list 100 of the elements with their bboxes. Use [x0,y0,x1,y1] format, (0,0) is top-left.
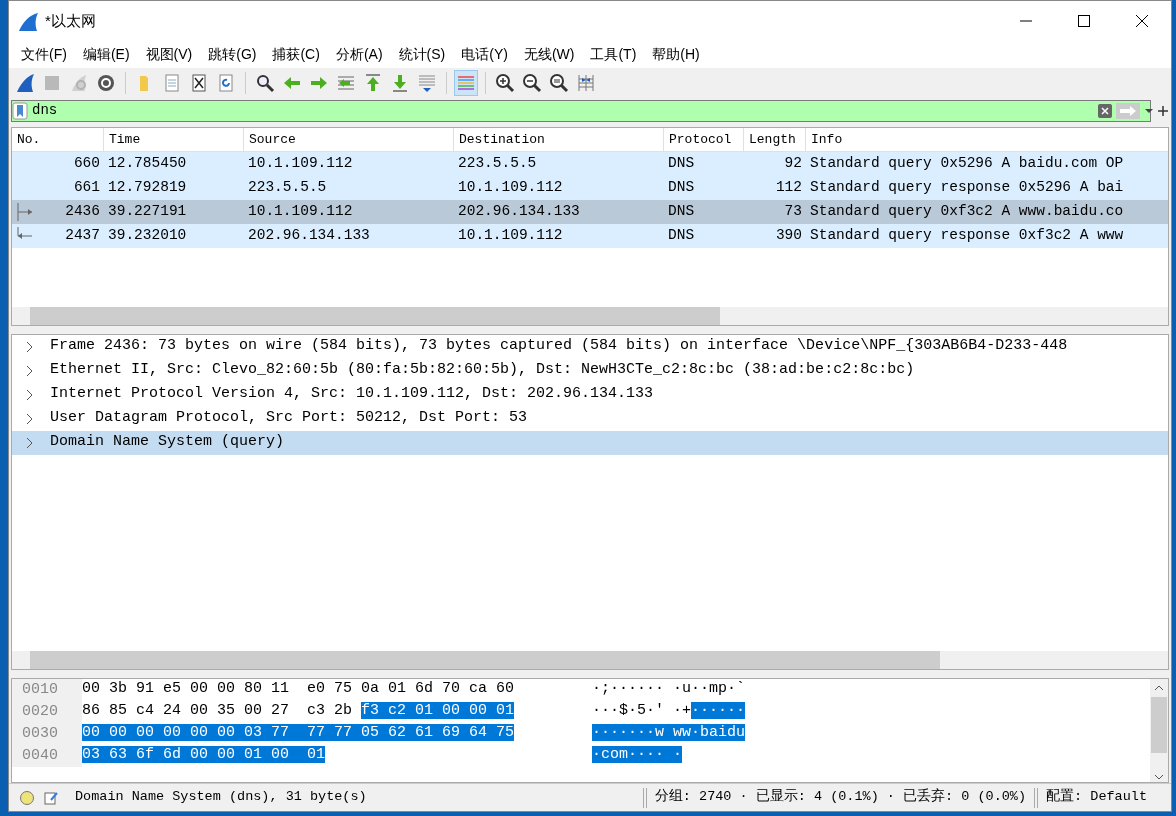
column-header[interactable]: Info [806,127,1168,151]
column-header[interactable]: Time [104,127,244,151]
offset-label: 0020 [12,700,82,723]
table-cell-text: 39.227191 [107,201,188,221]
ascii-text: ···$·5·' ·+ [592,702,692,720]
document-icon [162,72,182,93]
maximize-icon [1078,15,1090,27]
down-arrow-icon [390,72,410,93]
menu-item[interactable]: 分析(A) [327,43,391,65]
table-cell-text: 202.96.134.133 [457,201,581,221]
table-cell-text: 10.1.109.112 [247,201,354,221]
selected-hex-bytes: 00 00 00 00 00 00 03 77 77 77 05 62 61 69 64 75 [82,724,515,742]
table-cell-text: 92 [783,153,803,173]
settings-icon [96,72,116,93]
search-icon [255,72,275,93]
table-cell-text: 2436 [64,201,101,221]
packet-count-text: 分组: 2740 · 已显示: 4 (0.1%) · 已丢弃: 0 (0.0%) [654,787,1027,807]
table-cell-text: 112 [774,177,803,197]
table-cell-text: DNS [667,225,696,245]
close-file-icon [189,72,209,93]
clear-icon [1098,103,1112,118]
tree-item[interactable]: Frame 2436: 73 bytes on wire (584 bits), 73 bytes captured (584 bits) on interface \Device\NPF_{303AB6B4-D233-448 [12,334,1168,359]
table-cell-text: 223.5.5.5 [247,177,328,197]
selected-hex-bytes: 03 63 6f 6d 00 00 01 00 01 [82,746,326,764]
menu-item[interactable]: 跳转(G) [200,43,265,65]
selected-hex-bytes: f3 c2 01 00 00 01 [361,702,515,720]
zoom-reset-icon [549,72,569,93]
ascii-text: ·;······ ·u··mp·` [592,680,746,698]
plus-icon [1158,105,1168,116]
table-cell-text: 12.785450 [107,153,188,173]
table-cell-text: 10.1.109.112 [457,225,564,245]
table-cell-text: Standard query 0xf3c2 A www.baidu.co [809,201,1125,221]
menu-item[interactable]: 统计(S) [390,43,454,65]
resize-columns-icon [576,72,596,93]
menu-item[interactable]: 电话(Y) [453,43,516,65]
status-indicator-icon [19,789,35,806]
tree-item[interactable]: Ethernet II, Src: Clevo_82:60:5b (80:fa:5b:82:60:5b), Dst: NewH3CTe_c2:8c:bc (38:ad:be:c2:8c:bc) [12,358,1168,383]
scrollbar-thumb[interactable] [30,306,720,325]
packet-row[interactable]: 660 12.785450 10.1.109.112 223.5.5.5 DNS 92 Standard query 0x5296 A baidu.com OP [12,151,1168,176]
edit-comment-icon [43,789,59,806]
related-packet-icon [14,200,34,223]
packet-row[interactable]: 2436 39.227191 10.1.109.112 202.96.134.133 DNS 73 Standard query 0xf3c2 A www.baidu.co [12,199,1168,224]
filter-field[interactable]: dns [28,100,1098,121]
menu-item[interactable]: 编辑(E) [74,43,138,65]
bookmark-icon [12,101,28,120]
table-cell-text: 10.1.109.112 [457,177,564,197]
table-cell-text: 10.1.109.112 [247,153,354,173]
table-cell-text: 202.96.134.133 [247,225,371,245]
offset-label: 0030 [12,722,82,745]
tree-item[interactable]: Internet Protocol Version 4, Src: 10.1.109.112, Dst: 202.96.134.133 [12,382,1168,407]
profile-text: 配置: Default [1046,787,1147,807]
scrollbar-thumb[interactable] [1151,696,1167,753]
table-cell-text: 660 [72,153,101,173]
zoom-out-icon [522,72,542,93]
reload-file-icon [216,72,236,93]
table-cell-text: 661 [72,177,101,197]
restart-icon [69,72,89,93]
window-title: *以太网 [45,10,96,31]
table-cell-text: 73 [783,201,803,221]
column-header[interactable]: Protocol [664,127,744,151]
table-cell-text: DNS [667,177,696,197]
table-cell-text: 2437 [64,225,101,245]
fin-icon [15,72,35,93]
table-cell-text: Standard query response 0x5296 A bai [809,177,1125,197]
autoscroll-icon [417,72,437,93]
zoom-in-icon [495,72,515,93]
tree-item[interactable]: User Datagram Protocol, Src Port: 50212, Dst Port: 53 [12,406,1168,431]
packet-row[interactable]: 2437 39.232010 202.96.134.133 10.1.109.112 DNS 390 Standard query response 0xf3c2 A www [12,223,1168,248]
selected-ascii-text: ·com···· · [592,746,682,764]
add-button[interactable] [1158,105,1168,116]
hex-bytes: 00 3b 91 e5 00 00 80 11 e0 75 0a 01 6d 70 ca 60 [82,680,515,698]
scrollbar-thumb[interactable] [30,650,940,669]
menu-item[interactable]: 捕获(C) [264,43,328,65]
hex-bytes: 86 85 c4 24 00 35 00 27 c3 2b [82,702,354,720]
column-header[interactable]: Length [744,127,806,151]
column-header[interactable]: Destination [454,127,664,151]
table-cell-text: DNS [667,201,696,221]
table-cell-text: 390 [774,225,803,245]
table-cell-text: 223.5.5.5 [457,153,538,173]
offset-label: 0040 [12,744,82,767]
selected-ascii-text: ······ [691,702,746,720]
table-cell-text: Standard query 0x5296 A baidu.com OP [809,153,1125,173]
menu-item[interactable]: 工具(T) [582,43,645,65]
menu-item[interactable]: 无线(W) [515,43,583,65]
selected-ascii-text: ·······w ww·baidu [592,724,746,742]
table-cell-text: 39.232010 [107,225,188,245]
menu-item[interactable]: 文件(F) [13,43,75,65]
menu-item[interactable]: 帮助(H) [644,43,708,65]
tree-item[interactable]: Domain Name System (query) [12,430,1168,455]
column-header[interactable]: Source [244,127,454,151]
field-info-text: Domain Name System (dns), 31 byte(s) [75,788,368,807]
clear-filter-button[interactable] [1098,103,1112,118]
table-cell-text: 12.792819 [107,177,188,197]
menu-item[interactable]: 视图(V) [137,43,201,65]
up-arrow-icon [363,72,383,93]
table-cell-text: DNS [667,153,696,173]
column-header[interactable]: No. [12,127,104,151]
packet-row[interactable]: 661 12.792819 223.5.5.5 10.1.109.112 DNS 112 Standard query response 0x5296 A bai [12,175,1168,200]
close-icon [1136,15,1148,27]
offset-label: 0010 [12,678,82,701]
